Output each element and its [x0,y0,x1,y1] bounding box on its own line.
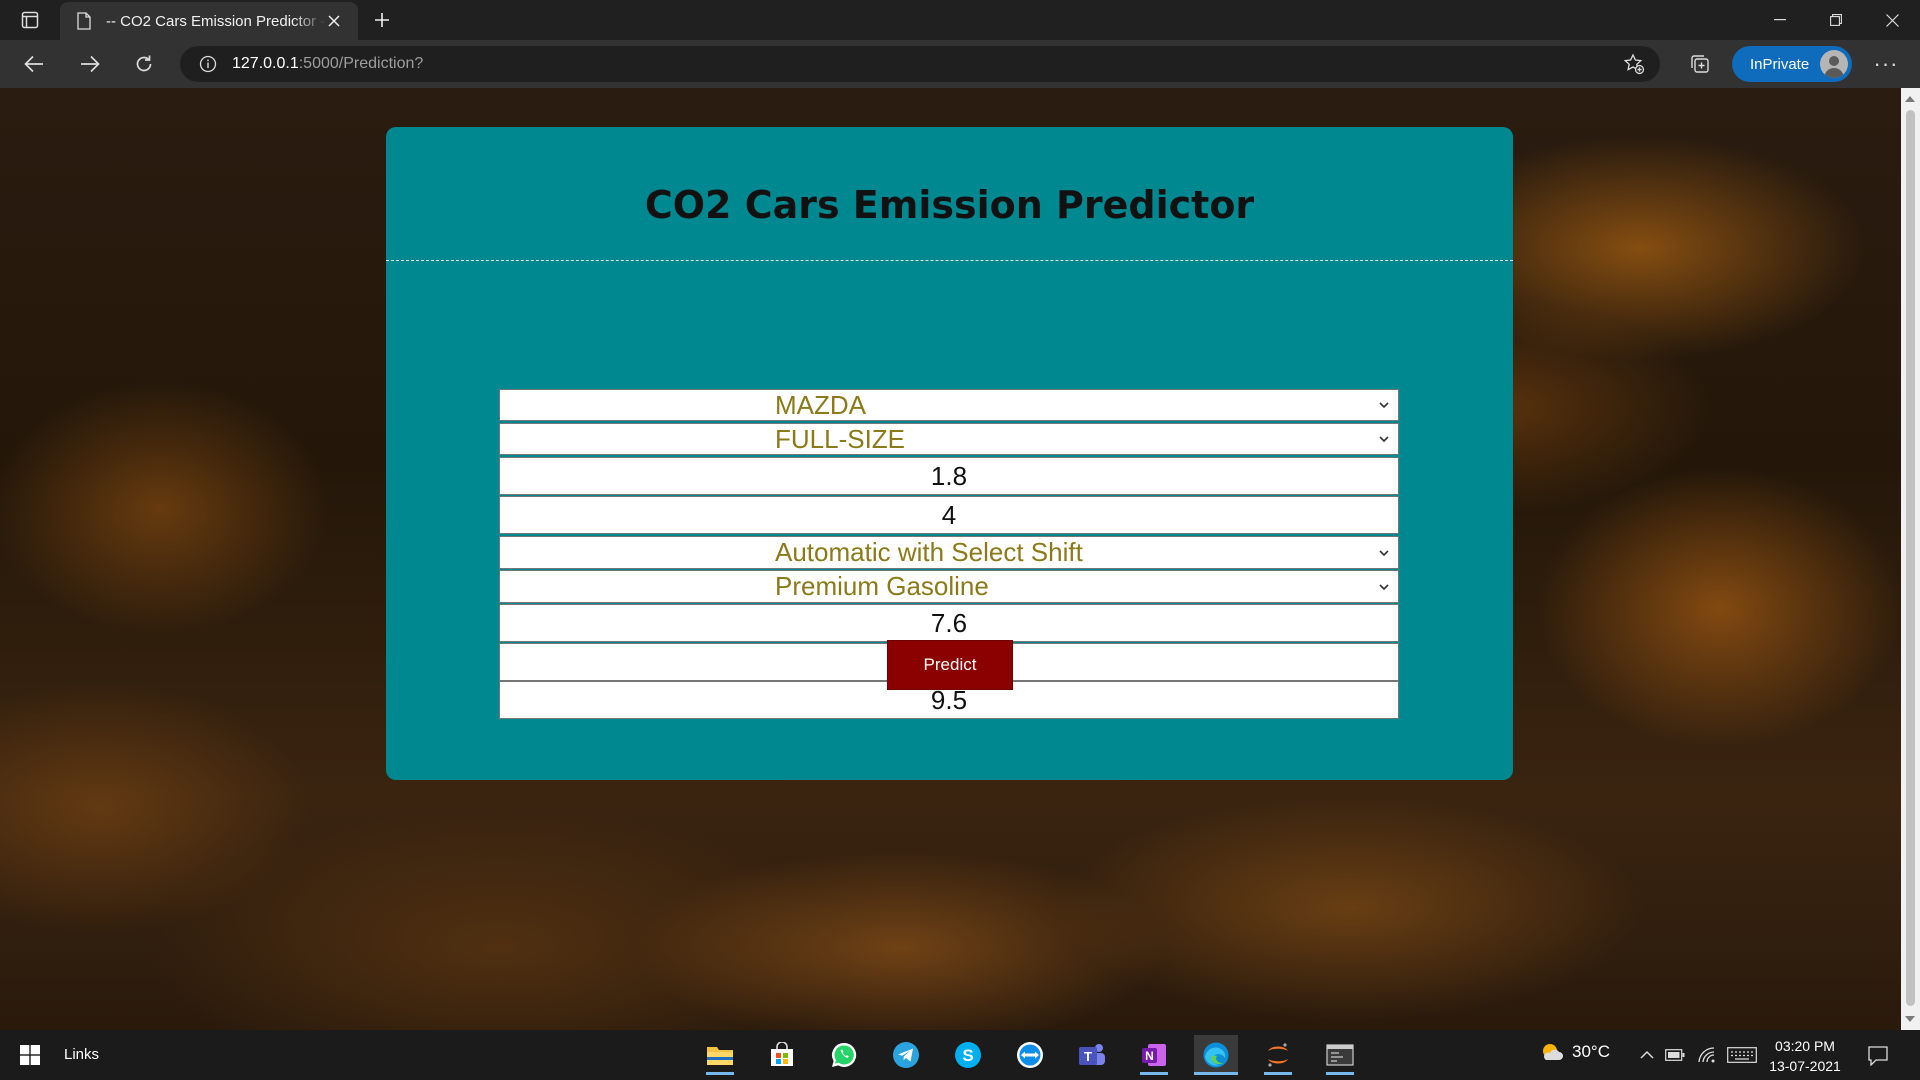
cylinders-input[interactable]: 4 [499,496,1399,534]
svg-text:N: N [1145,1049,1154,1063]
vehicle-class-select[interactable]: FULL-SIZE [499,423,1399,455]
chevron-down-icon [1379,436,1389,443]
new-tab-button[interactable] [368,6,396,34]
page-title: CO2 Cars Emission Predictor [644,183,1255,227]
fuel-consumption-hwy-input[interactable]: 7.6 [499,604,1399,642]
inprivate-button[interactable]: InPrivate [1732,46,1852,82]
keyboard-icon[interactable] [1726,1044,1758,1066]
predictor-card: CO2 Cars Emission Predictor MAZDA FULL-S… [386,127,1513,780]
notification-icon[interactable] [1864,1042,1892,1070]
restore-button[interactable] [1808,0,1864,40]
svg-text:T: T [1084,1049,1092,1064]
tab-title: -- CO2 Cars Emission Predictor -- [106,12,326,30]
make-select-value: MAZDA [775,389,866,420]
forward-button[interactable] [72,48,108,80]
chevron-down-icon [1379,402,1389,409]
close-window-button[interactable] [1864,0,1920,40]
page-scrollbar[interactable] [1901,88,1920,1030]
refresh-button[interactable] [126,48,162,80]
more-options-button[interactable]: ··· [1868,48,1904,80]
scrollbar-thumb[interactable] [1906,110,1915,1006]
add-favorite-icon[interactable] [1622,52,1646,76]
tab-actions-icon[interactable] [16,8,44,32]
svg-text:S: S [962,1046,973,1065]
skype-icon[interactable]: S [946,1035,990,1075]
scroll-up-icon[interactable] [1905,96,1915,102]
browser-tab[interactable]: -- CO2 Cars Emission Predictor -- [60,2,358,40]
close-tab-icon[interactable] [324,11,344,31]
edge-icon[interactable] [1194,1035,1238,1075]
terminal-icon[interactable] [1318,1035,1362,1075]
url-host: 127.0.0.1 [232,55,299,72]
weather-widget[interactable]: 30°C [1540,1040,1610,1064]
clock-time: 03:20 PM [1775,1038,1835,1054]
page-icon [74,11,94,31]
windows-start-button[interactable] [12,1040,48,1070]
chevron-down-icon [1379,583,1389,590]
jupyter-icon[interactable] [1256,1035,1300,1075]
clock-date: 13-07-2021 [1769,1058,1841,1074]
engine-size-input[interactable]: 1.8 [499,457,1399,495]
url-path: :5000/Prediction? [298,55,424,72]
chevron-up-icon[interactable] [1636,1044,1658,1066]
transmission-select[interactable]: Automatic with Select Shift [499,536,1399,569]
url-text: 127.0.0.1:5000/Prediction? [232,55,423,73]
temperature-text: 30°C [1572,1042,1610,1061]
page-viewport: CO2 Cars Emission Predictor MAZDA FULL-S… [0,88,1901,1030]
file-explorer-icon[interactable] [698,1035,742,1075]
title-divider [386,260,1513,261]
chevron-down-icon [1379,549,1389,556]
teams-icon[interactable]: T [1070,1035,1114,1075]
browser-tab-bar: -- CO2 Cars Emission Predictor -- [0,0,1920,40]
back-button[interactable] [16,48,52,80]
collections-icon[interactable] [1684,48,1716,80]
profile-avatar [1820,50,1848,78]
onenote-icon[interactable]: N [1132,1035,1176,1075]
scroll-down-icon[interactable] [1905,1016,1915,1022]
weather-sun-cloud-icon [1543,1044,1563,1060]
vehicle-class-select-value: FULL-SIZE [775,423,906,454]
site-info-icon[interactable] [198,54,218,74]
inprivate-label: InPrivate [1750,55,1810,73]
system-clock[interactable]: 03:20 PM 13-07-2021 [1762,1036,1848,1076]
browser-toolbar: 127.0.0.1:5000/Prediction? InPrivate ··· [0,40,1920,88]
wifi-icon[interactable] [1696,1044,1718,1066]
windows-taskbar: Links S T N 30°C 03:20 PM 13-07-2021 [0,1030,1920,1080]
make-select[interactable]: MAZDA [499,389,1399,421]
teamviewer-icon[interactable] [1008,1035,1052,1075]
microsoft-store-icon[interactable] [760,1035,804,1075]
telegram-icon[interactable] [884,1035,928,1075]
minimize-button[interactable] [1752,0,1808,40]
address-bar[interactable]: 127.0.0.1:5000/Prediction? [180,46,1660,82]
battery-icon[interactable] [1664,1044,1686,1066]
whatsapp-icon[interactable] [822,1035,866,1075]
transmission-select-value: Automatic with Select Shift [775,537,1083,567]
predict-button[interactable]: Predict [887,640,1013,690]
fuel-type-select[interactable]: Premium Gasoline [499,570,1399,603]
links-toolbar[interactable]: Links [64,1046,99,1063]
fuel-type-select-value: Premium Gasoline [775,571,989,601]
